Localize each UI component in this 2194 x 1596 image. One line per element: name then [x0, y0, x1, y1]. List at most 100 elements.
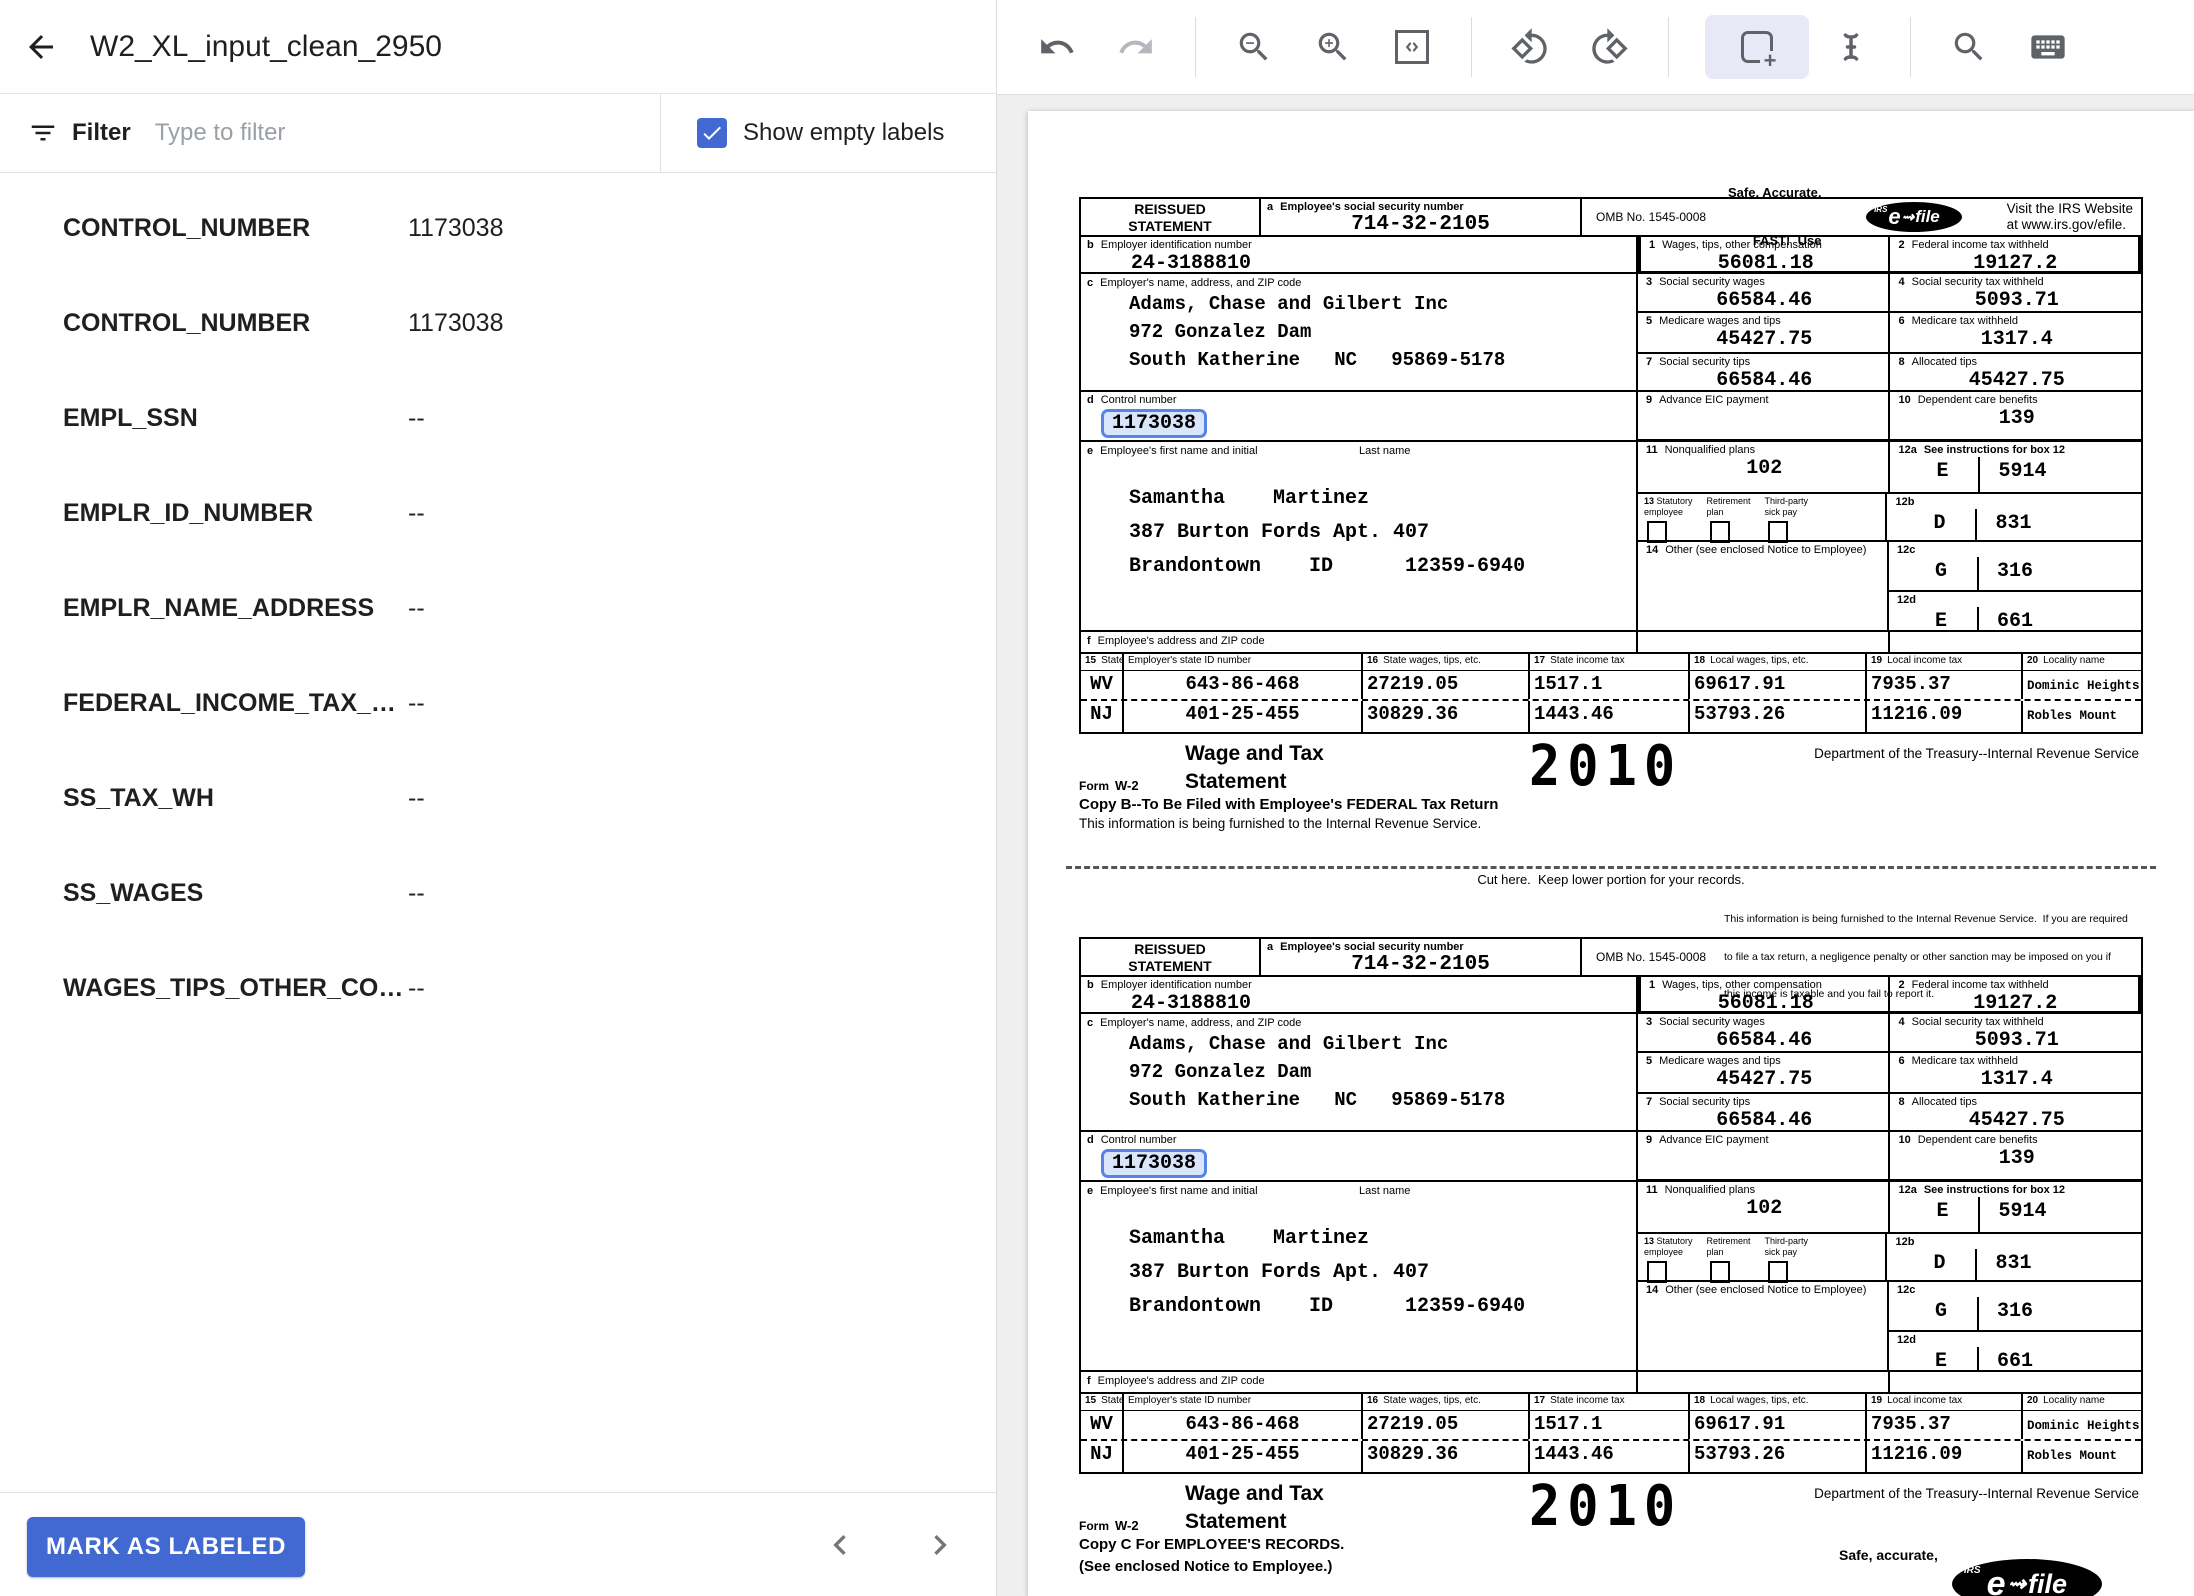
ein-value: 24-3188810 — [1131, 992, 1630, 1015]
rotate-ccw-button[interactable] — [1508, 25, 1552, 69]
label-value: -- — [408, 594, 425, 623]
box-2-federal-tax: 2Federal income tax withheld 19127.2 — [1890, 977, 2138, 1011]
panel-footer: MARK AS LABELED — [0, 1492, 996, 1596]
filter-bar: Filter Show empty labels — [0, 94, 996, 173]
box-7-ss-tips: 7Social security tips 66584.46 — [1638, 1094, 1891, 1130]
label-list: CONTROL_NUMBER 1173038 CONTROL_NUMBER 11… — [0, 173, 996, 1036]
keyboard-shortcuts-button[interactable] — [2026, 25, 2070, 69]
toolbar-divider — [1195, 17, 1196, 77]
document-toolbar: + — [997, 0, 2194, 95]
label-value: 1173038 — [408, 309, 503, 338]
add-bounding-box-tool-selected[interactable]: + — [1705, 15, 1809, 79]
chevron-right-icon — [920, 1525, 960, 1565]
box-14-other: 14Other (see enclosed Notice to Employee… — [1638, 1282, 1889, 1370]
efile-logo: IRSe⇝file — [1952, 1559, 2102, 1596]
box-11-nonqualified-plans: 11Nonqualified plans 102 — [1638, 1182, 1891, 1232]
box-2-federal-tax: 2Federal income tax withheld 19127.2 — [1890, 237, 2138, 271]
retirement-plan-checkbox — [1710, 1261, 1730, 1283]
rotate-ccw-icon — [1510, 27, 1550, 67]
back-button[interactable] — [18, 24, 64, 70]
box-3-ss-wages: 3Social security wages 66584.46 — [1638, 1014, 1891, 1051]
label-row-emplr-name-address[interactable]: EMPLR_NAME_ADDRESS -- — [0, 561, 996, 656]
box-4-ss-tax: 4Social security tax withheld 5093.71 — [1890, 1014, 2141, 1051]
label-value: -- — [408, 689, 425, 718]
w2-footer: FormW-2 Wage and Tax Statement 2010 Depa… — [1079, 736, 2143, 836]
ssn-value: 714-32-2105 — [1267, 213, 1574, 236]
filter-label: Filter — [72, 119, 131, 147]
box-5-medicare-wages: 5Medicare wages and tips 45427.75 — [1638, 313, 1891, 352]
state-local-table: 15State Employer's state ID number 16Sta… — [1081, 652, 2141, 732]
w2-copy-b: REISSUED STATEMENT aEmployee's social se… — [1079, 197, 2194, 836]
label-row-control-number-2[interactable]: CONTROL_NUMBER 1173038 — [0, 276, 996, 371]
reissued-statement: REISSUED STATEMENT — [1081, 199, 1261, 235]
document-viewport[interactable]: REISSUED STATEMENT aEmployee's social se… — [997, 95, 2194, 1596]
toolbar-divider — [1668, 17, 1669, 77]
label-name: FEDERAL_INCOME_TAX_… — [63, 689, 408, 718]
show-empty-checkbox[interactable] — [697, 118, 727, 148]
zoom-out-button[interactable] — [1232, 25, 1276, 69]
state-row-nj: NJ 401-25-455 30829.36 1443.46 53793.26 … — [1081, 1441, 2141, 1472]
fit-to-screen-button[interactable] — [1390, 25, 1434, 69]
box-b-ein: bEmployer identification number 24-31888… — [1081, 977, 1636, 1014]
box-c-employer: cEmployer's name, address, and ZIP code … — [1081, 1014, 1636, 1132]
label-value: -- — [408, 404, 425, 433]
label-row-federal-income-tax[interactable]: FEDERAL_INCOME_TAX_… -- — [0, 656, 996, 751]
filter-input[interactable] — [155, 119, 660, 147]
fit-to-screen-icon — [1395, 30, 1429, 64]
treasury-dept-text: Department of the Treasury--Internal Rev… — [1814, 1486, 2139, 1501]
box-7-ss-tips: 7Social security tips 66584.46 — [1638, 354, 1891, 390]
next-item-button[interactable] — [916, 1521, 964, 1569]
omb-number: OMB No. 1545-0008 — [1596, 210, 1718, 224]
search-button[interactable] — [1947, 25, 1991, 69]
chevron-left-icon — [820, 1525, 860, 1565]
dashed-cut-line — [1066, 866, 2156, 869]
control-number-annotation[interactable]: 1173038 — [1101, 409, 1207, 438]
label-row-empl-ssn[interactable]: EMPL_SSN -- — [0, 371, 996, 466]
box-11-nonqualified-plans: 11Nonqualified plans 102 — [1638, 442, 1891, 492]
redo-button[interactable] — [1114, 25, 1158, 69]
box-12b: 12b D831 — [1887, 494, 2141, 540]
label-name: EMPL_SSN — [63, 404, 408, 433]
arrow-back-icon — [23, 29, 59, 65]
box-4-ss-tax: 4Social security tax withheld 5093.71 — [1890, 274, 2141, 311]
box-f-address-label: fEmployee's address and ZIP code — [1081, 1372, 1636, 1392]
label-row-emplr-id-number[interactable]: EMPLR_ID_NUMBER -- — [0, 466, 996, 561]
ein-value: 24-3188810 — [1131, 252, 1630, 275]
label-row-wages-tips-other[interactable]: WAGES_TIPS_OTHER_CO… -- — [0, 941, 996, 1036]
box-1-wages: 1Wages, tips, other compensation 56081.1… — [1641, 977, 1891, 1011]
efile-logo: IRSe⇝file — [1866, 202, 1962, 232]
w2-form: REISSUED STATEMENT aEmployee's social se… — [1079, 937, 2194, 1576]
filter-icon — [28, 118, 58, 148]
rotate-cw-button[interactable] — [1587, 25, 1631, 69]
treasury-dept-text: Department of the Treasury--Internal Rev… — [1814, 746, 2139, 761]
zoom-in-icon — [1314, 28, 1352, 66]
label-value: -- — [408, 974, 425, 1003]
tax-year: 2010 — [1529, 734, 1682, 799]
toolbar-divider — [1471, 17, 1472, 77]
undo-button[interactable] — [1035, 25, 1079, 69]
zoom-in-button[interactable] — [1311, 25, 1355, 69]
label-name: WAGES_TIPS_OTHER_CO… — [63, 974, 408, 1003]
box-5-medicare-wages: 5Medicare wages and tips 45427.75 — [1638, 1053, 1891, 1092]
label-row-ss-wages[interactable]: SS_WAGES -- — [0, 846, 996, 941]
text-select-icon — [1832, 28, 1870, 66]
box-12d: 12d E661 — [1889, 1332, 2141, 1370]
ssn-value: 714-32-2105 — [1267, 953, 1574, 976]
statutory-employee-checkbox — [1647, 1261, 1667, 1283]
copy-b-line1: Copy B--To Be Filed with Employee's FEDE… — [1079, 796, 1498, 813]
statutory-employee-checkbox — [1647, 521, 1667, 543]
box-12c: 12c G316 — [1889, 542, 2141, 592]
box-8-allocated-tips: 8Allocated tips 45427.75 — [1890, 354, 2141, 390]
control-number-annotation[interactable]: 1173038 — [1101, 1149, 1207, 1178]
zoom-out-icon — [1235, 28, 1273, 66]
box-b-ein: bEmployer identification number 24-31888… — [1081, 237, 1636, 274]
previous-item-button[interactable] — [816, 1521, 864, 1569]
box-6-medicare-tax: 6Medicare tax withheld 1317.4 — [1890, 313, 2141, 352]
box-1-wages: 1Wages, tips, other compensation 56081.1… — [1641, 237, 1891, 271]
tax-year: 2010 — [1529, 1474, 1682, 1539]
mark-as-labeled-button[interactable]: MARK AS LABELED — [27, 1517, 305, 1577]
label-row-control-number-1[interactable]: CONTROL_NUMBER 1173038 — [0, 181, 996, 276]
label-row-ss-tax-wh[interactable]: SS_TAX_WH -- — [0, 751, 996, 846]
label-name: SS_WAGES — [63, 879, 408, 908]
select-text-tool[interactable] — [1829, 25, 1873, 69]
